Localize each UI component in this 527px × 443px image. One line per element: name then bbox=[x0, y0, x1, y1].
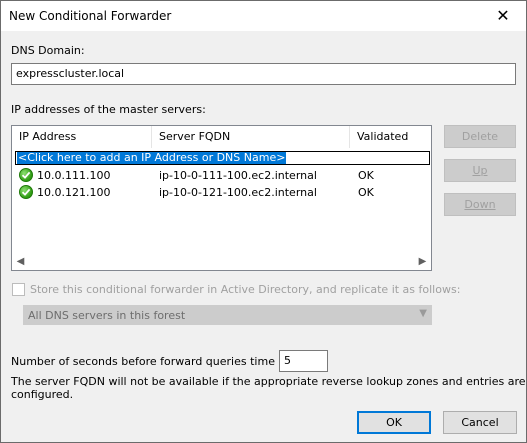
timeout-label: Number of seconds before forward queries… bbox=[11, 355, 301, 368]
store-in-ad-label: Store this conditional forwarder in Acti… bbox=[30, 283, 461, 296]
dns-domain-input[interactable]: expresscluster.local bbox=[11, 63, 516, 85]
cancel-button[interactable]: Cancel bbox=[443, 411, 517, 434]
table-row[interactable]: 10.0.121.100 ip-10-0-121-100.ec2.interna… bbox=[12, 184, 431, 201]
row-fqdn: ip-10-0-121-100.ec2.internal bbox=[159, 186, 317, 199]
check-icon bbox=[19, 185, 33, 199]
table-row[interactable]: 10.0.111.100 ip-10-0-111-100.ec2.interna… bbox=[12, 167, 431, 184]
dns-domain-label: DNS Domain: bbox=[11, 44, 85, 57]
row-ip: 10.0.121.100 bbox=[37, 186, 111, 199]
cancel-button-label: Cancel bbox=[461, 416, 499, 429]
row-validated: OK bbox=[358, 169, 374, 182]
column-header-validated[interactable]: Validated bbox=[350, 126, 431, 148]
row-fqdn: ip-10-0-111-100.ec2.internal bbox=[159, 169, 317, 182]
down-button[interactable]: Down bbox=[444, 193, 516, 216]
check-icon bbox=[19, 168, 33, 182]
add-server-row[interactable]: <Click here to add an IP Address or DNS … bbox=[15, 151, 430, 165]
timeout-input[interactable]: 5 bbox=[279, 350, 328, 372]
ok-button-label: OK bbox=[386, 416, 402, 429]
horizontal-scrollbar[interactable]: ◀ ▶ bbox=[12, 253, 431, 270]
dialog-window: New Conditional Forwarder ✕ DNS Domain: … bbox=[0, 0, 527, 443]
window-title: New Conditional Forwarder bbox=[9, 9, 172, 23]
list-header: IP Address Server FQDN Validated bbox=[12, 126, 431, 148]
column-header-ip[interactable]: IP Address bbox=[12, 126, 152, 148]
store-in-ad-checkbox[interactable] bbox=[12, 283, 25, 296]
title-bar: New Conditional Forwarder ✕ bbox=[1, 1, 526, 31]
row-ip: 10.0.111.100 bbox=[37, 169, 111, 182]
chevron-down-icon: ▼ bbox=[419, 308, 427, 319]
up-button[interactable]: Up bbox=[444, 159, 516, 182]
row-validated: OK bbox=[358, 186, 374, 199]
scroll-right-icon[interactable]: ▶ bbox=[414, 253, 431, 270]
replication-scope-select[interactable]: All DNS servers in this forest ▼ bbox=[23, 305, 432, 325]
master-servers-list[interactable]: IP Address Server FQDN Validated <Click … bbox=[11, 125, 432, 271]
delete-button[interactable]: Delete bbox=[444, 125, 516, 148]
timeout-value: 5 bbox=[284, 354, 291, 367]
dns-domain-value: expresscluster.local bbox=[16, 67, 125, 80]
fqdn-note-line1: The server FQDN will not be available if… bbox=[11, 375, 527, 388]
scroll-left-icon[interactable]: ◀ bbox=[12, 253, 29, 270]
up-button-label: Up bbox=[472, 164, 488, 177]
close-icon[interactable]: ✕ bbox=[480, 1, 526, 31]
column-header-fqdn[interactable]: Server FQDN bbox=[152, 126, 350, 148]
add-server-prompt[interactable]: <Click here to add an IP Address or DNS … bbox=[17, 152, 287, 164]
ok-button[interactable]: OK bbox=[357, 411, 431, 434]
fqdn-note-line2: configured. bbox=[11, 388, 74, 401]
replication-scope-value: All DNS servers in this forest bbox=[28, 309, 186, 322]
down-button-label: Down bbox=[464, 198, 496, 211]
master-servers-label: IP addresses of the master servers: bbox=[11, 103, 206, 116]
delete-button-label: Delete bbox=[461, 130, 499, 143]
